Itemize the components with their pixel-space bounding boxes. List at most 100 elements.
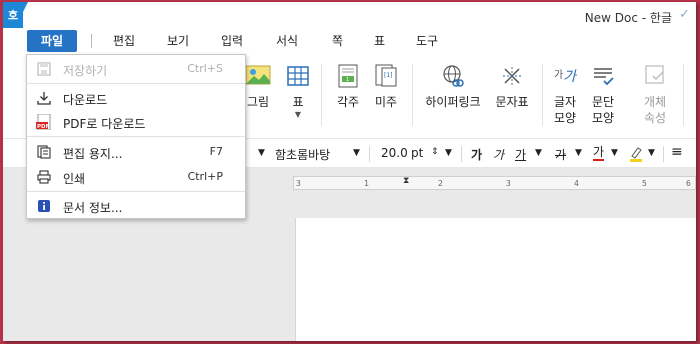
ruler-tick: 2 [438,179,443,188]
object-properties-label-1: 개체 [643,95,667,109]
picture-icon [244,62,272,90]
font-color-button[interactable]: 가 [593,146,605,161]
menu-table[interactable]: 표 [366,30,393,52]
title-bar: 호 New Doc - 한글 ✓ [3,2,696,30]
ruler-tick: 5 [642,179,647,188]
char-table-button[interactable]: 문자표 [491,62,533,110]
menu-divider [27,136,245,137]
strike-button[interactable]: 가 [555,146,566,163]
object-properties-icon [641,62,669,90]
ribbon-separator [542,64,543,126]
download-label: 다운로드 [63,93,108,107]
strike-dropdown-icon[interactable]: ▼ [575,148,582,158]
align-justify-icon[interactable]: ≡ [671,144,683,160]
object-properties-button[interactable]: 개체 속성 [639,62,671,126]
style-dropdown-icon[interactable]: ▼ [258,148,265,158]
char-shape-icon-large: 가 [563,69,577,85]
ribbon-separator [321,64,322,126]
underline-button[interactable]: 가 [515,146,526,163]
font-size-dropdown-icon[interactable]: ▼ [445,148,452,158]
document-info-menu-item[interactable]: 문서 정보... [27,194,245,218]
hyperlink-button[interactable]: 하이퍼링크 [421,62,485,110]
file-menu-dropdown: 저장하기 Ctrl+S 다운로드 PDF PDF로 다운로드 편집 용지... … [26,54,246,219]
font-size-input[interactable]: 20.0 [381,146,408,160]
print-label: 인쇄 [63,172,86,186]
bold-button[interactable]: 가 [471,146,482,163]
para-shape-button[interactable]: 문단 모양 [587,62,619,126]
hyperlink-globe-icon [439,62,467,90]
font-name-dropdown-icon[interactable]: ▼ [353,148,360,158]
highlight-dropdown-icon[interactable]: ▼ [648,148,655,158]
save-icon [36,61,52,77]
footnote-button[interactable]: 1 각주 [331,62,365,110]
char-table-label: 문자표 [495,95,529,109]
download-icon [36,90,52,106]
ruler-tick: 1 [364,179,369,188]
app-window: 호 New Doc - 한글 ✓ 파일 편집 보기 입력 서식 쪽 표 도구 그… [3,2,696,341]
menu-tools[interactable]: 도구 [408,30,446,52]
check-icon[interactable]: ✓ [679,7,690,22]
footnote-label: 각주 [336,95,360,109]
document-title: New Doc - 한글 [584,11,672,25]
char-shape-label-2: 모양 [553,111,577,125]
table-button[interactable]: 표 ▼ [283,62,313,119]
fmt-separator [369,146,370,162]
pdf-download-menu-item[interactable]: PDF PDF로 다운로드 [27,110,245,134]
italic-button[interactable]: 가 [493,146,504,163]
menu-insert[interactable]: 입력 [213,30,251,52]
endnote-label: 미주 [374,95,398,109]
save-label: 저장하기 [63,64,108,78]
pdf-icon: PDF [36,114,52,130]
document-page[interactable] [295,218,696,341]
info-icon [36,198,52,214]
font-name-select[interactable]: 함초롬바탕 [275,146,330,163]
menu-edit[interactable]: 편집 [105,30,143,52]
printer-icon [36,169,52,185]
page-setup-menu-item[interactable]: 편집 용지... F7 [27,140,245,164]
hyperlink-label: 하이퍼링크 [425,95,481,109]
print-shortcut: Ctrl+P [187,170,223,183]
horizontal-ruler[interactable]: 3 1 2 3 4 5 6 ⧗ [293,176,696,190]
highlight-pen-icon[interactable] [629,146,643,162]
picture-button[interactable]: 그림 [241,62,275,110]
pdf-download-label: PDF로 다운로드 [63,117,146,131]
endnote-icon: [1] [372,62,400,90]
para-shape-icon [589,62,617,90]
underline-dropdown-icon[interactable]: ▼ [535,148,542,158]
ribbon-separator [412,64,413,126]
char-table-icon [498,62,526,90]
font-size-unit: pt [411,146,424,160]
para-shape-label-1: 문단 [591,95,615,109]
ruler-tick: 6 [686,179,691,188]
footnote-number-icon: 1 [346,77,349,83]
indent-marker-icon[interactable]: ⧗ [403,176,411,192]
endnote-button[interactable]: [1] 미주 [369,62,403,110]
save-menu-item[interactable]: 저장하기 Ctrl+S [27,57,245,81]
menu-page[interactable]: 쪽 [324,30,351,52]
menu-format[interactable]: 서식 [268,30,306,52]
ruler-tick: 4 [574,179,579,188]
char-shape-button[interactable]: 가가 글자 모양 [549,62,581,126]
char-shape-icon-small: 가 [553,69,564,81]
font-color-dropdown-icon[interactable]: ▼ [611,148,618,158]
menu-divider [27,191,245,192]
fmt-separator [663,146,664,162]
object-properties-label-2: 속성 [643,111,667,125]
app-logo-icon[interactable]: 호 [3,2,28,28]
document-info-label: 문서 정보... [63,201,123,215]
table-label: 표 [292,95,304,109]
table-icon [284,62,312,90]
menu-separator [91,34,92,48]
download-menu-item[interactable]: 다운로드 [27,86,245,110]
font-size-stepper-icon[interactable]: ⇕ [431,147,439,157]
page-setup-shortcut: F7 [209,145,223,158]
page-setup-icon [36,144,52,160]
table-dropdown-icon[interactable]: ▼ [283,110,313,119]
ruler-tick: 3 [296,179,301,188]
fmt-separator [461,146,462,162]
print-menu-item[interactable]: 인쇄 Ctrl+P [27,165,245,189]
picture-label: 그림 [246,95,270,109]
menu-view[interactable]: 보기 [159,30,197,52]
pdf-icon-text: PDF [37,124,50,130]
menu-file[interactable]: 파일 [27,30,77,52]
